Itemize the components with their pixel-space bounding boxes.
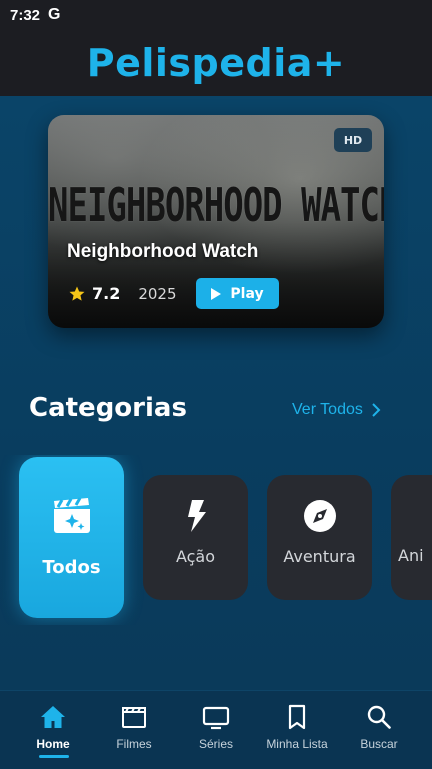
- active-tab-indicator: [39, 755, 69, 758]
- category-list: Todos Ação Aventura Ani: [0, 455, 432, 625]
- nav-filmes[interactable]: Filmes: [94, 703, 174, 751]
- nav-label: Filmes: [116, 737, 152, 751]
- nav-home[interactable]: Home: [13, 703, 93, 751]
- google-indicator-icon: G: [48, 6, 61, 23]
- bookmark-icon: [288, 704, 306, 730]
- category-aventura[interactable]: Aventura: [267, 475, 372, 600]
- see-all-link[interactable]: Ver Todos: [292, 401, 381, 419]
- status-bar: 7:32 G: [0, 0, 432, 30]
- category-partial[interactable]: Ani: [391, 475, 432, 600]
- tv-icon: [202, 706, 230, 730]
- nav-label: Séries: [198, 737, 233, 751]
- rating-value: 7.2: [92, 284, 121, 303]
- category-label: Aventura: [283, 547, 356, 566]
- nav-label: Buscar: [360, 737, 398, 751]
- category-label: Todos: [42, 557, 101, 578]
- nav-minha-lista[interactable]: Minha Lista: [257, 703, 337, 751]
- lightning-icon: [187, 500, 206, 532]
- category-label: Ani: [398, 546, 424, 565]
- play-icon: [211, 287, 222, 300]
- nav-label: Minha Lista: [266, 737, 328, 751]
- hd-badge: HD: [334, 128, 372, 152]
- play-label: Play: [230, 285, 264, 302]
- film-icon: [122, 707, 146, 728]
- clapperboard-sparkle-icon: [53, 497, 90, 533]
- play-button[interactable]: Play: [195, 278, 279, 309]
- app-header: Pelispedia+: [0, 30, 432, 97]
- search-icon: [367, 705, 391, 729]
- home-icon: [41, 706, 65, 728]
- section-title: Categorias: [29, 393, 187, 423]
- featured-card[interactable]: NEIGHBORHOOD WATCH HD Neighborhood Watch…: [48, 115, 384, 328]
- nav-series[interactable]: Séries: [176, 703, 256, 751]
- category-label: Ação: [175, 547, 216, 566]
- category-acao[interactable]: Ação: [143, 475, 248, 600]
- nav-label: Home: [36, 737, 70, 751]
- see-all-label: Ver Todos: [292, 401, 363, 418]
- star-icon: [69, 286, 85, 301]
- app-title: Pelispedia+: [86, 41, 346, 85]
- category-todos[interactable]: Todos: [19, 457, 124, 618]
- poster-title: NEIGHBORHOOD WATCH: [48, 179, 384, 233]
- release-year: 2025: [138, 284, 177, 303]
- rating-row: 7.2 2025 Play: [68, 278, 279, 309]
- chevron-right-icon: [372, 403, 381, 417]
- compass-icon: [303, 500, 336, 532]
- featured-title: Neighborhood Watch: [67, 241, 259, 262]
- nav-buscar[interactable]: Buscar: [339, 703, 419, 751]
- status-time: 7:32: [10, 6, 41, 24]
